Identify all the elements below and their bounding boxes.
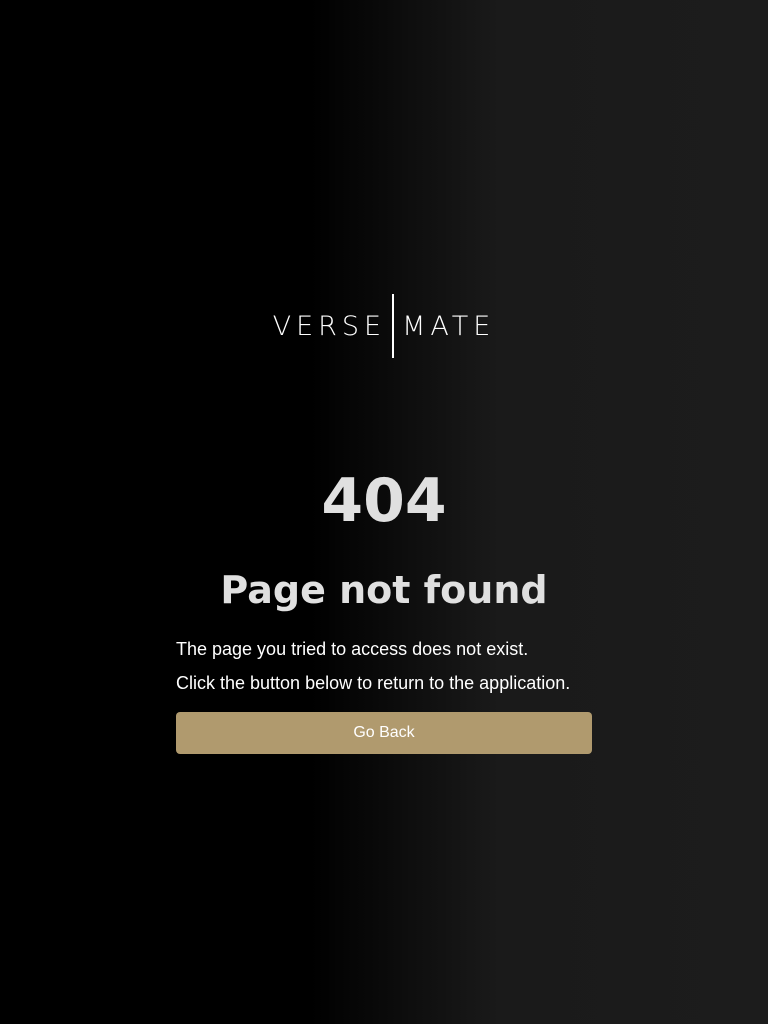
error-code: 404 bbox=[321, 466, 447, 536]
error-message-line-2: Click the button below to return to the … bbox=[176, 673, 571, 693]
versemate-logo: VERSE MATE bbox=[0, 292, 768, 360]
go-back-button[interactable]: Go Back bbox=[176, 712, 592, 754]
logo-divider bbox=[392, 294, 395, 358]
logo-word-verse: VERSE bbox=[272, 310, 387, 342]
page-title: Page not found bbox=[220, 568, 548, 612]
error-message-line-1: The page you tried to access does not ex… bbox=[176, 639, 529, 659]
logo-word-mate: MATE bbox=[402, 310, 496, 342]
